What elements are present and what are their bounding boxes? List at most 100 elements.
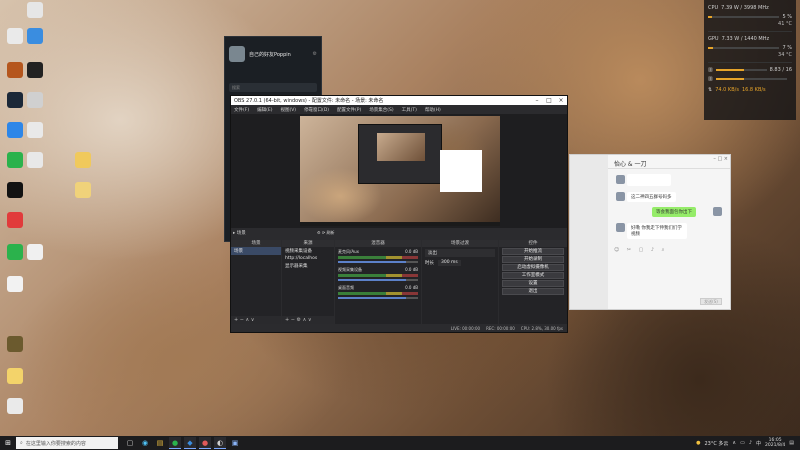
- desktop-icon[interactable]: [2, 212, 28, 230]
- avatar[interactable]: [713, 207, 722, 216]
- qq-icon[interactable]: ◆: [184, 437, 196, 449]
- window-controls[interactable]: – □ ×: [713, 156, 728, 162]
- task-view-icon[interactable]: ▢: [124, 437, 136, 449]
- avatar[interactable]: [616, 175, 625, 184]
- settings-button[interactable]: 设置: [502, 280, 564, 287]
- disk-icon: ▥: [708, 75, 713, 82]
- mixer-channel[interactable]: 视频采集设备 0.0 dB: [335, 265, 421, 283]
- desktop-icon[interactable]: [22, 28, 48, 46]
- obs-icon[interactable]: ◐: [214, 437, 226, 449]
- studio-mode-button[interactable]: 工作室模式: [502, 272, 564, 279]
- desktop-icon[interactable]: [22, 62, 48, 80]
- channel-name: 麦克风/Aux: [338, 249, 359, 254]
- minimize-icon[interactable]: –: [531, 97, 543, 104]
- desktop-icon[interactable]: [22, 122, 48, 140]
- desktop-icon[interactable]: [70, 152, 96, 170]
- wechat-icon[interactable]: ●: [169, 437, 181, 449]
- start-streaming-button[interactable]: 开始推流: [502, 248, 564, 255]
- preview-taskbar: [300, 222, 500, 226]
- desktop-icon[interactable]: [2, 368, 28, 386]
- explorer-icon[interactable]: ▤: [154, 437, 166, 449]
- avatar[interactable]: [616, 223, 625, 232]
- close-icon[interactable]: ×: [555, 97, 567, 104]
- maximize-icon[interactable]: □: [717, 156, 722, 162]
- scene-tools[interactable]: ⚙ ⟳ 刷新: [317, 230, 357, 236]
- desktop-icon[interactable]: [2, 276, 28, 294]
- menu-item[interactable]: 编辑(E): [257, 107, 272, 113]
- input-language[interactable]: 中: [756, 440, 761, 447]
- qq-signature: [225, 71, 321, 75]
- scenes-footer[interactable]: + − ∧ ∨: [231, 316, 281, 324]
- maximize-icon[interactable]: □: [543, 97, 555, 104]
- weather-icon[interactable]: ●: [696, 440, 700, 446]
- windows-start-icon[interactable]: ⊞: [0, 436, 16, 450]
- obs-window[interactable]: OBS 27.0.1 (64-bit, windows) - 配置文件: 未命名…: [230, 95, 568, 333]
- desktop-icon[interactable]: [2, 182, 28, 200]
- desktop-icon[interactable]: [70, 182, 96, 200]
- clock[interactable]: 16:05 2021/8/4: [765, 438, 785, 449]
- menu-item[interactable]: 工具(T): [402, 107, 417, 113]
- menu-item[interactable]: 帮助(H): [425, 107, 441, 113]
- menu-item[interactable]: 停靠窗口(D): [304, 107, 329, 113]
- desktop-icon[interactable]: [22, 244, 48, 262]
- source-item[interactable]: 视频采集设备: [282, 247, 334, 255]
- ram-icon: ▥: [708, 66, 713, 73]
- music-icon[interactable]: ●: [199, 437, 211, 449]
- scene-item[interactable]: 场景: [231, 247, 281, 255]
- edge-icon[interactable]: ◉: [139, 437, 151, 449]
- send-button[interactable]: 发送(S): [700, 298, 722, 305]
- source-item[interactable]: 显示器采集: [282, 262, 334, 270]
- clock-date: 2021/8/4: [765, 443, 786, 448]
- notification-icon[interactable]: ▤: [789, 440, 794, 446]
- qq-search-input[interactable]: 搜索: [229, 83, 317, 92]
- mixer-channel[interactable]: 桌面音频 0.0 dB: [335, 283, 421, 301]
- start-recording-button[interactable]: 开始录制: [502, 256, 564, 263]
- volume-slider[interactable]: [338, 279, 418, 281]
- network-icon[interactable]: ▭: [740, 440, 745, 446]
- desktop-icon[interactable]: [2, 398, 28, 416]
- avatar[interactable]: [616, 192, 625, 201]
- obs-menubar: 文件(F) 编辑(E) 视图(V) 停靠窗口(D) 配置文件(P) 场景集合(S) 工具(T…: [231, 105, 567, 114]
- qq-chat-window[interactable]: 怡心 & 一刀 – □ × 这二神四五群号码多 等会我面包你出下 好嘞 你我走下…: [569, 154, 731, 310]
- chat-list-item[interactable]: [570, 183, 608, 187]
- app-icon: [27, 28, 43, 44]
- menu-item[interactable]: 配置文件(P): [337, 107, 361, 113]
- exit-button[interactable]: 退出: [502, 288, 564, 295]
- menu-item[interactable]: 视图(V): [280, 107, 296, 113]
- net-down: 16.8 KB/s: [741, 86, 766, 93]
- obs-preview-canvas[interactable]: [300, 116, 500, 226]
- menu-item[interactable]: 场景集合(S): [369, 107, 393, 113]
- app-icon: [27, 244, 43, 260]
- virtual-camera-button[interactable]: 启动虚拟摄像机: [502, 264, 564, 271]
- obs-titlebar[interactable]: OBS 27.0.1 (64-bit, windows) - 配置文件: 未命名…: [231, 96, 567, 105]
- close-icon[interactable]: ×: [724, 156, 728, 162]
- menu-item[interactable]: 文件(F): [234, 107, 249, 113]
- desktop-icon[interactable]: [22, 92, 48, 110]
- source-item[interactable]: http://localhos: [282, 255, 334, 262]
- mixer-channel[interactable]: 麦克风/Aux 0.0 dB: [335, 247, 421, 265]
- app-icon[interactable]: ▣: [229, 437, 241, 449]
- transition-duration[interactable]: 时长 300 ms: [422, 259, 498, 267]
- chat-toolbar[interactable]: ☺ ✂ ▢ ♪ ⌕: [614, 247, 667, 253]
- weather[interactable]: 23°C 多云: [704, 440, 728, 447]
- volume-slider[interactable]: [338, 261, 418, 263]
- obs-preview-area[interactable]: [231, 114, 567, 228]
- obs-docks: 场景 场景 + − ∧ ∨ 来源 视频采集设备 http://localhos …: [231, 240, 567, 324]
- duration-value[interactable]: 300 ms: [438, 260, 461, 266]
- image-message[interactable]: [627, 174, 671, 186]
- desktop-icon[interactable]: [22, 2, 48, 20]
- transition-type-select[interactable]: 淡出: [425, 249, 495, 257]
- minimize-icon[interactable]: –: [713, 156, 716, 162]
- nested-obs-preview: [358, 124, 442, 184]
- volume-icon[interactable]: ♪: [749, 440, 752, 446]
- gear-icon[interactable]: ⚙: [313, 51, 317, 57]
- chevron-up-icon[interactable]: ∧: [732, 440, 736, 446]
- sources-footer[interactable]: + − ⚙ ∧ ∨: [282, 316, 334, 324]
- app-icon: [7, 92, 23, 108]
- desktop-icon[interactable]: [22, 152, 48, 170]
- avatar[interactable]: [229, 46, 245, 62]
- chat-list[interactable]: [570, 155, 608, 309]
- taskbar-search[interactable]: ⌕ 在这里输入你要搜索的内容: [16, 437, 118, 449]
- volume-slider[interactable]: [338, 297, 418, 299]
- desktop-icon[interactable]: [2, 336, 28, 354]
